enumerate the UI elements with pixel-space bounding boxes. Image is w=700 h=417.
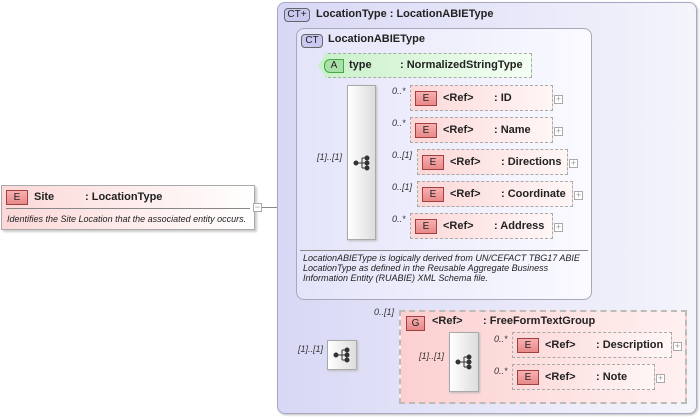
element-name: : ID [494,92,512,104]
element-ref: <Ref> [443,92,474,104]
element-name[interactable]: E <Ref> : Name [410,117,553,143]
element-id[interactable]: E <Ref> : ID [410,85,553,111]
expand-button[interactable]: + [554,223,563,232]
element-name: : Address [494,220,545,232]
cardinality-directions: 0..[1] [392,150,413,160]
element-ref: <Ref> [450,188,481,200]
element-badge: E [415,123,437,138]
attribute-name: type [349,59,372,71]
element-badge: E [517,370,539,385]
element-badge: E [422,155,444,170]
complex-type-title: LocationType : LocationABIEType [316,8,494,20]
complex-type-badge: CT+ [284,8,310,22]
group-ref: <Ref> [432,315,463,327]
sequence-icon [353,155,369,170]
element-ref: <Ref> [545,371,576,383]
group-cardinality: 0..[1] [374,307,395,317]
expand-button[interactable]: + [673,342,682,351]
expand-button[interactable]: + [569,159,578,168]
element-name: : Directions [501,156,562,168]
expand-button[interactable]: + [554,95,563,104]
expand-button[interactable]: + [554,127,563,136]
group-sequence-compositor[interactable] [449,332,479,392]
element-badge: E [517,338,539,353]
element-badge: E [415,91,437,106]
element-ref: <Ref> [450,156,481,168]
collapse-button[interactable]: − [253,203,262,212]
sequence2-cardinality: [1]..[1] [298,344,324,354]
doc-divider [300,250,588,251]
element-name: : Description [596,339,664,351]
element-coordinate[interactable]: E <Ref> : Coordinate [417,181,573,207]
attribute-type[interactable]: A type : NormalizedStringType [318,53,532,78]
base-type-doc: LocationABIEType is logically derived fr… [303,253,580,283]
sequence-icon [455,354,472,370]
element-badge: E [422,187,444,202]
divider [6,208,250,209]
base-type-badge: CT [301,34,323,48]
element-badge: E [6,190,28,205]
sequence-icon [333,347,350,363]
element-ref: <Ref> [545,339,576,351]
attribute-badge: A [324,59,344,73]
sequence-compositor[interactable] [347,85,376,240]
element-doc: Identifies the Site Location that the as… [7,214,247,224]
element-name: : Note [596,371,628,383]
element-badge: E [415,219,437,234]
group-badge: G [406,316,425,331]
cardinality-description: 0..* [494,334,508,344]
group-name: : FreeFormTextGroup [483,315,596,327]
site-element[interactable]: E Site : LocationType Identifies the Sit… [1,185,255,230]
element-ref: <Ref> [443,220,474,232]
element-note[interactable]: E <Ref> : Note [512,364,655,390]
sequence-cardinality: [1]..[1] [317,152,343,162]
group-sequence-cardinality: [1]..[1] [419,351,445,361]
element-ref: <Ref> [443,124,474,136]
element-description[interactable]: E <Ref> : Description [512,332,672,358]
expand-button[interactable]: + [574,191,583,200]
element-address[interactable]: E <Ref> : Address [410,213,553,239]
sequence2-compositor[interactable] [327,340,357,370]
attribute-type-name: : NormalizedStringType [400,59,523,71]
element-name: : Coordinate [501,188,566,200]
base-type-title: LocationABIEType [328,33,425,45]
cardinality-coordinate: 0..[1] [392,182,413,192]
element-type: : LocationType [85,191,163,203]
element-name: : Name [494,124,531,136]
element-name: Site [34,191,55,203]
cardinality-id: 0..* [392,86,406,96]
element-directions[interactable]: E <Ref> : Directions [417,149,568,175]
cardinality-note: 0..* [494,366,508,376]
cardinality-name: 0..* [392,118,406,128]
expand-button[interactable]: + [656,374,665,383]
cardinality-address: 0..* [392,214,406,224]
